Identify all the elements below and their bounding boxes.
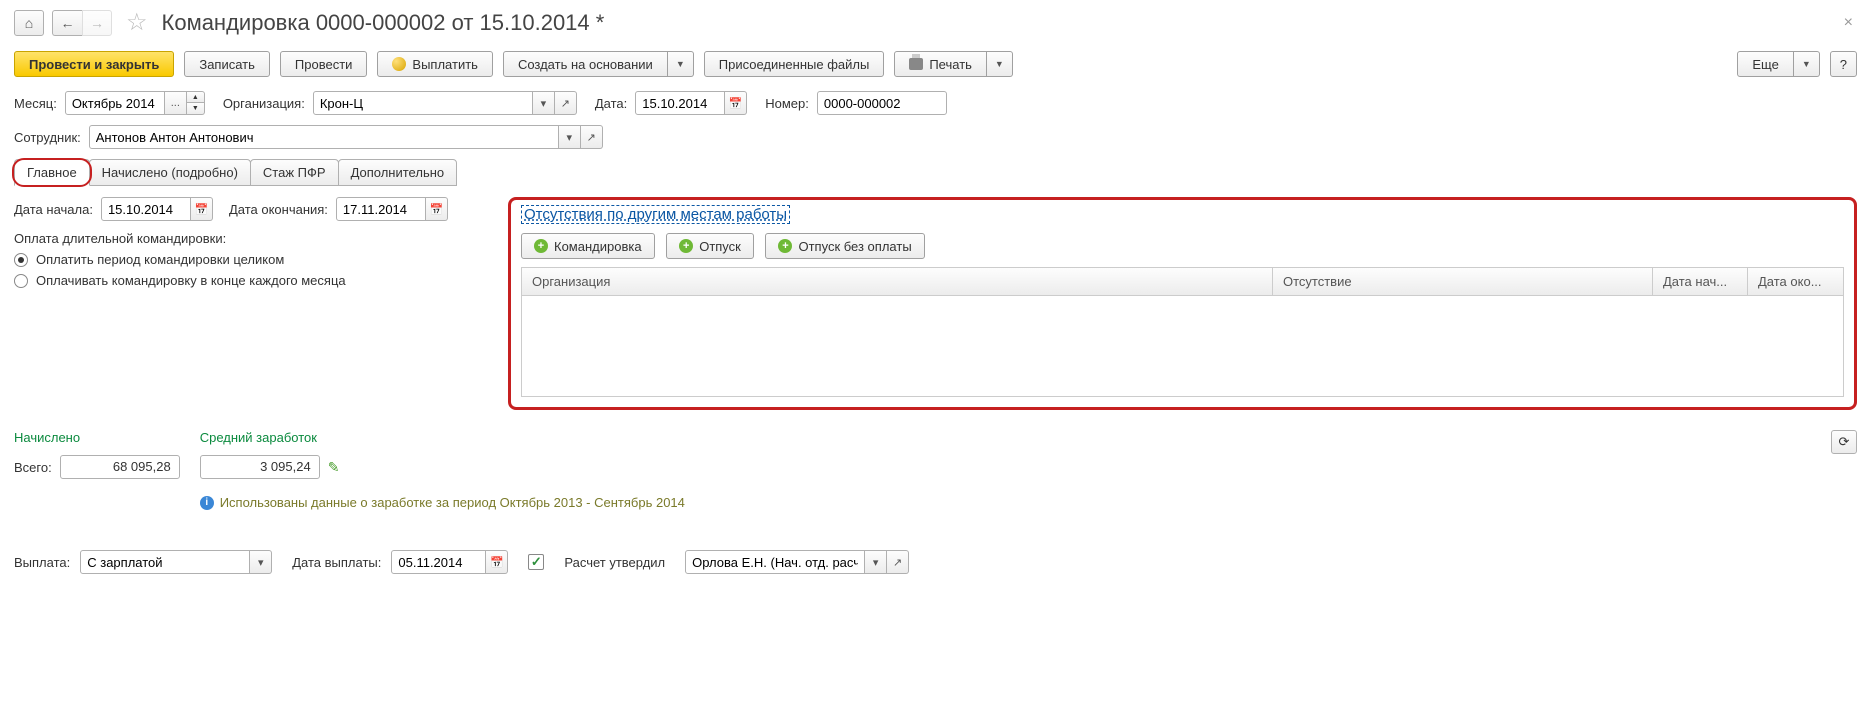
tab-main[interactable]: Главное: [14, 159, 90, 186]
edit-avg-icon[interactable]: ✎: [328, 459, 340, 476]
more-dropdown[interactable]: ▼: [1794, 51, 1820, 77]
absences-table: Организация Отсутствие Дата нач... Дата …: [521, 267, 1844, 397]
print-dropdown[interactable]: ▼: [987, 51, 1013, 77]
number-label: Номер:: [765, 96, 809, 111]
approved-checkbox[interactable]: ✓: [528, 554, 544, 570]
month-ellipsis[interactable]: ...: [165, 91, 187, 115]
col-end[interactable]: Дата око...: [1748, 268, 1843, 295]
month-label: Месяц:: [14, 96, 57, 111]
tab-accrued[interactable]: Начислено (подробно): [89, 159, 251, 186]
create-based-button[interactable]: Создать на основании: [503, 51, 668, 77]
org-dropdown[interactable]: ▾: [533, 91, 555, 115]
create-based-dropdown[interactable]: ▼: [668, 51, 694, 77]
month-spin-up[interactable]: ▲: [187, 91, 205, 103]
payout-date-label: Дата выплаты:: [292, 555, 381, 570]
add-unpaid-button[interactable]: + Отпуск без оплаты: [765, 233, 924, 259]
payout-label: Выплатить: [412, 57, 478, 72]
radio-pay-monthly-label: Оплачивать командировку в конце каждого …: [36, 273, 346, 288]
add-trip-label: Командировка: [554, 239, 642, 254]
close-icon[interactable]: ×: [1840, 14, 1857, 32]
favorite-star-icon[interactable]: ☆: [126, 8, 148, 37]
plus-icon: +: [679, 239, 693, 253]
tab-pfr[interactable]: Стаж ПФР: [250, 159, 339, 186]
back-button[interactable]: ←: [52, 10, 82, 36]
start-calendar-icon[interactable]: 📅: [191, 197, 213, 221]
chevron-down-icon: ▼: [995, 59, 1004, 69]
start-date-input[interactable]: [101, 197, 191, 221]
chevron-down-icon: ▼: [676, 59, 685, 69]
start-date-label: Дата начала:: [14, 202, 93, 217]
info-text: Использованы данные о заработке за перио…: [220, 495, 685, 510]
post-and-close-button[interactable]: Провести и закрыть: [14, 51, 174, 77]
print-button[interactable]: Печать: [894, 51, 987, 77]
radio-pay-whole[interactable]: [14, 253, 28, 267]
col-start[interactable]: Дата нач...: [1653, 268, 1748, 295]
date-label: Дата:: [595, 96, 627, 111]
plus-icon: +: [534, 239, 548, 253]
absences-title-link[interactable]: Отсутствия по другим местам работы: [521, 205, 790, 224]
employee-dropdown[interactable]: ▾: [559, 125, 581, 149]
plus-icon: +: [778, 239, 792, 253]
printer-icon: [909, 58, 923, 70]
month-spin-down[interactable]: ▼: [187, 103, 205, 115]
month-input[interactable]: [65, 91, 165, 115]
col-org[interactable]: Организация: [522, 268, 1273, 295]
approved-label: Расчет утвердил: [564, 555, 665, 570]
approved-by-input[interactable]: [685, 550, 865, 574]
avg-value: 3 095,24: [200, 455, 320, 479]
org-open[interactable]: ↗: [555, 91, 577, 115]
more-button[interactable]: Еще: [1737, 51, 1793, 77]
end-date-label: Дата окончания:: [229, 202, 328, 217]
chevron-down-icon: ▼: [1802, 59, 1811, 69]
accrued-header: Начислено: [14, 430, 180, 445]
radio-pay-whole-label: Оплатить период командировки целиком: [36, 252, 284, 267]
payout-type-dropdown[interactable]: ▾: [250, 550, 272, 574]
payout-date-input[interactable]: [391, 550, 486, 574]
refresh-button[interactable]: ⟳: [1831, 430, 1857, 454]
payout-type-input[interactable]: [80, 550, 250, 574]
end-calendar-icon[interactable]: 📅: [426, 197, 448, 221]
employee-label: Сотрудник:: [14, 130, 81, 145]
payout-button[interactable]: Выплатить: [377, 51, 493, 77]
employee-input[interactable]: [89, 125, 559, 149]
home-button[interactable]: ⌂: [14, 10, 44, 36]
print-label: Печать: [929, 57, 972, 72]
forward-button: →: [82, 10, 112, 36]
total-value: 68 095,28: [60, 455, 180, 479]
org-input[interactable]: [313, 91, 533, 115]
payout-calendar-icon[interactable]: 📅: [486, 550, 508, 574]
help-button[interactable]: ?: [1830, 51, 1857, 77]
attachments-button[interactable]: Присоединенные файлы: [704, 51, 885, 77]
radio-pay-monthly[interactable]: [14, 274, 28, 288]
approved-dropdown[interactable]: ▾: [865, 550, 887, 574]
employee-open[interactable]: ↗: [581, 125, 603, 149]
add-unpaid-label: Отпуск без оплаты: [798, 239, 911, 254]
end-date-input[interactable]: [336, 197, 426, 221]
org-label: Организация:: [223, 96, 305, 111]
coin-icon: [392, 57, 406, 71]
post-button[interactable]: Провести: [280, 51, 368, 77]
page-title: Командировка 0000-000002 от 15.10.2014 *: [162, 10, 605, 36]
tab-extra[interactable]: Дополнительно: [338, 159, 458, 186]
date-input[interactable]: [635, 91, 725, 115]
avg-header: Средний заработок: [200, 430, 685, 445]
absences-table-body[interactable]: [522, 296, 1843, 396]
payout-type-label: Выплата:: [14, 555, 70, 570]
info-icon: i: [200, 496, 214, 510]
payment-mode-label: Оплата длительной командировки:: [14, 231, 494, 246]
col-absence[interactable]: Отсутствие: [1273, 268, 1653, 295]
add-vacation-button[interactable]: + Отпуск: [666, 233, 754, 259]
number-input[interactable]: [817, 91, 947, 115]
approved-open[interactable]: ↗: [887, 550, 909, 574]
save-button[interactable]: Записать: [184, 51, 270, 77]
date-calendar-icon[interactable]: 📅: [725, 91, 747, 115]
add-vacation-label: Отпуск: [699, 239, 741, 254]
add-trip-button[interactable]: + Командировка: [521, 233, 655, 259]
total-label: Всего:: [14, 460, 52, 475]
